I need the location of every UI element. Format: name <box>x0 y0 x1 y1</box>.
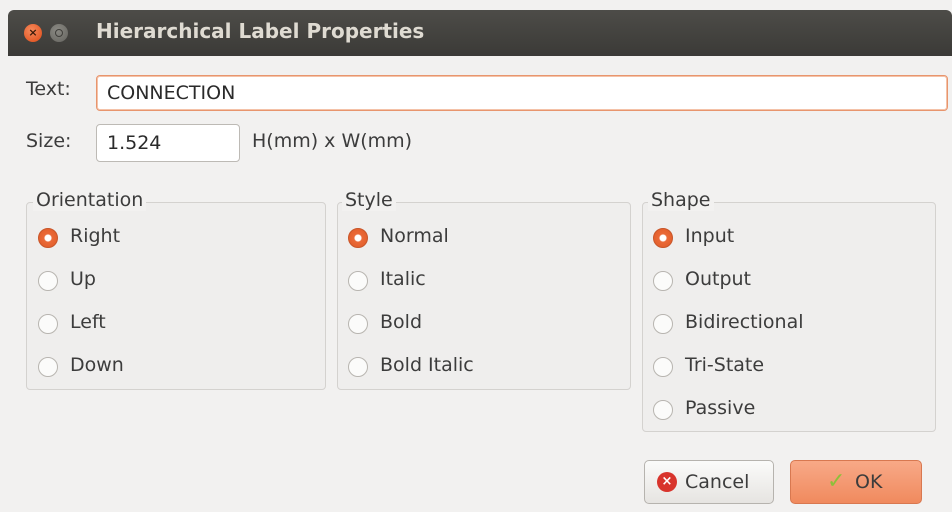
shape-group-title: Shape <box>648 189 714 211</box>
checkmark-icon: ✓ <box>827 469 846 494</box>
close-icon[interactable]: × <box>24 24 42 42</box>
radio-label: Input <box>685 225 735 247</box>
radio-label: Italic <box>380 268 426 290</box>
cancel-button-label: Cancel <box>685 471 750 493</box>
radio-label: Down <box>70 354 124 376</box>
minimize-icon[interactable] <box>50 24 68 42</box>
radio-button[interactable] <box>38 357 58 377</box>
window-title: Hierarchical Label Properties <box>96 19 425 43</box>
cancel-button[interactable]: × Cancel <box>644 460 774 504</box>
radio-label: Left <box>70 311 106 333</box>
size-label: Size: <box>26 130 72 152</box>
radio-label: Right <box>70 225 121 247</box>
cancel-icon: × <box>657 472 677 492</box>
text-field[interactable]: CONNECTION <box>96 75 948 111</box>
size-field[interactable]: 1.524 <box>96 124 240 162</box>
radio-button[interactable] <box>38 228 58 248</box>
radio-button[interactable] <box>348 271 368 291</box>
radio-button[interactable] <box>348 314 368 334</box>
radio-button[interactable] <box>348 357 368 377</box>
radio-button[interactable] <box>653 400 673 420</box>
radio-label: Up <box>70 268 96 290</box>
radio-button[interactable] <box>38 271 58 291</box>
radio-label: Bold Italic <box>380 354 474 376</box>
ok-button[interactable]: ✓ OK <box>790 460 922 504</box>
radio-label: Passive <box>685 397 756 419</box>
radio-button[interactable] <box>653 357 673 377</box>
radio-button[interactable] <box>653 228 673 248</box>
ok-button-label: OK <box>855 471 883 493</box>
radio-button[interactable] <box>653 314 673 334</box>
title-bar: × Hierarchical Label Properties <box>8 10 952 56</box>
radio-label: Normal <box>380 225 449 247</box>
text-label: Text: <box>26 78 71 100</box>
radio-button[interactable] <box>348 228 368 248</box>
radio-button[interactable] <box>38 314 58 334</box>
orientation-group-title: Orientation <box>33 189 147 211</box>
style-group-title: Style <box>342 189 396 211</box>
size-units-label: H(mm) x W(mm) <box>252 130 413 152</box>
radio-button[interactable] <box>653 271 673 291</box>
radio-label: Output <box>685 268 751 290</box>
radio-label: Bold <box>380 311 422 333</box>
radio-label: Tri-State <box>685 354 765 376</box>
radio-label: Bidirectional <box>685 311 804 333</box>
